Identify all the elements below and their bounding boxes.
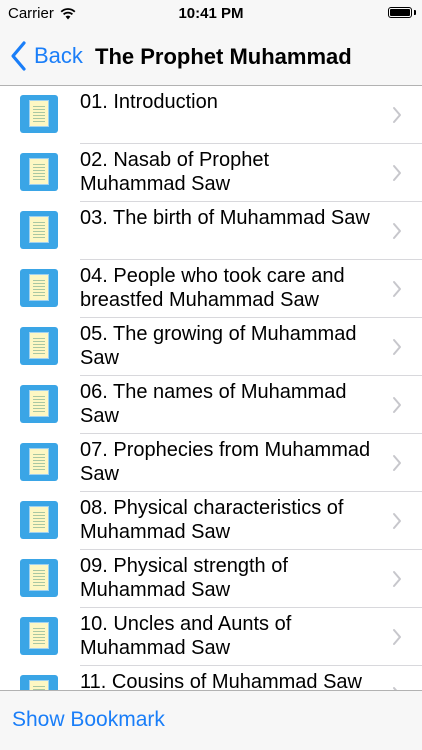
list-item-content: 03. The birth of Muhammad Saw	[80, 202, 422, 260]
back-label: Back	[34, 43, 83, 68]
chevron-left-icon	[11, 41, 26, 71]
list-item-content: 09. Physical strength of Muhammad Saw	[80, 550, 422, 608]
list-item-label: 04. People who took care and breastfed M…	[80, 265, 345, 311]
document-icon	[20, 153, 58, 191]
document-icon	[20, 269, 58, 307]
list-item-content: 06. The names of Muhammad Saw	[80, 376, 422, 434]
list-item[interactable]: 09. Physical strength of Muhammad Saw	[0, 550, 422, 608]
list-item[interactable]: 01. Introduction	[0, 86, 422, 144]
status-bar: Carrier 10:41 PM	[0, 0, 422, 28]
app-screen: Carrier 10:41 PM Back The Prophet Muhamm…	[0, 0, 422, 750]
list-item[interactable]: 04. People who took care and breastfed M…	[0, 260, 422, 318]
list-item-label: 09. Physical strength of Muhammad Saw	[80, 555, 288, 601]
list-item-label: 07. Prophecies from Muhammad Saw	[80, 439, 371, 485]
chevron-right-icon	[393, 339, 401, 355]
chevron-right-icon	[393, 571, 401, 587]
document-icon	[20, 327, 58, 365]
chapter-list[interactable]: 01. Introduction 02. Nasab of Prophet Muh…	[0, 86, 422, 690]
list-item-label: 03. The birth of Muhammad Saw	[80, 207, 370, 229]
status-time: 10:41 PM	[178, 5, 244, 22]
document-icon	[20, 559, 58, 597]
chevron-right-icon	[393, 455, 401, 471]
list-item[interactable]: 10. Uncles and Aunts of Muhammad Saw	[0, 608, 422, 666]
document-icon	[20, 443, 58, 481]
list-item-label: 01. Introduction	[80, 91, 218, 113]
list-item-content: 02. Nasab of Prophet Muhammad Saw	[80, 144, 422, 202]
chevron-right-icon	[393, 223, 401, 239]
battery-tip	[414, 10, 416, 15]
list-item-content: 05. The growing of Muhammad Saw	[80, 318, 422, 376]
chevron-right-icon	[393, 397, 401, 413]
list-item-content: 10. Uncles and Aunts of Muhammad Saw	[80, 608, 422, 666]
back-button[interactable]: Back	[8, 38, 83, 74]
battery-icon	[388, 7, 412, 18]
document-icon	[20, 211, 58, 249]
list-item-label: 05. The growing of Muhammad Saw	[80, 323, 357, 369]
list-item-label: 08. Physical characteristics of Muhammad…	[80, 497, 344, 543]
document-icon	[20, 95, 58, 133]
navigation-bar: Back The Prophet Muhammad	[0, 28, 422, 86]
list-item-content: 01. Introduction	[80, 86, 422, 144]
list-item[interactable]: 07. Prophecies from Muhammad Saw	[0, 434, 422, 492]
list-item-content: 07. Prophecies from Muhammad Saw	[80, 434, 422, 492]
document-icon	[20, 617, 58, 655]
document-icon	[20, 501, 58, 539]
list-item-label: 02. Nasab of Prophet Muhammad Saw	[80, 149, 270, 195]
chevron-right-icon	[393, 513, 401, 529]
document-icon	[20, 385, 58, 423]
bottom-toolbar: Show Bookmark	[0, 690, 422, 750]
list-item-label: 06. The names of Muhammad Saw	[80, 381, 347, 427]
list-item-content: 08. Physical characteristics of Muhammad…	[80, 492, 422, 550]
chevron-right-icon	[393, 281, 401, 297]
chevron-right-icon	[393, 165, 401, 181]
list-item[interactable]: 02. Nasab of Prophet Muhammad Saw	[0, 144, 422, 202]
chevron-right-icon	[393, 629, 401, 645]
list-item[interactable]: 03. The birth of Muhammad Saw	[0, 202, 422, 260]
list-item-content: 11. Cousins of Muhammad Saw	[80, 666, 422, 690]
show-bookmark-button[interactable]: Show Bookmark	[12, 708, 165, 732]
list-item[interactable]: 06. The names of Muhammad Saw	[0, 376, 422, 434]
document-icon	[20, 675, 58, 690]
list-item[interactable]: 05. The growing of Muhammad Saw	[0, 318, 422, 376]
list-item-content: 04. People who took care and breastfed M…	[80, 260, 422, 318]
list-item[interactable]: 08. Physical characteristics of Muhammad…	[0, 492, 422, 550]
list-item[interactable]: 11. Cousins of Muhammad Saw	[0, 666, 422, 690]
list-item-label: 11. Cousins of Muhammad Saw	[80, 671, 362, 690]
list-item-label: 10. Uncles and Aunts of Muhammad Saw	[80, 613, 292, 659]
page-title: The Prophet Muhammad	[95, 44, 352, 69]
chevron-right-icon	[393, 107, 401, 123]
